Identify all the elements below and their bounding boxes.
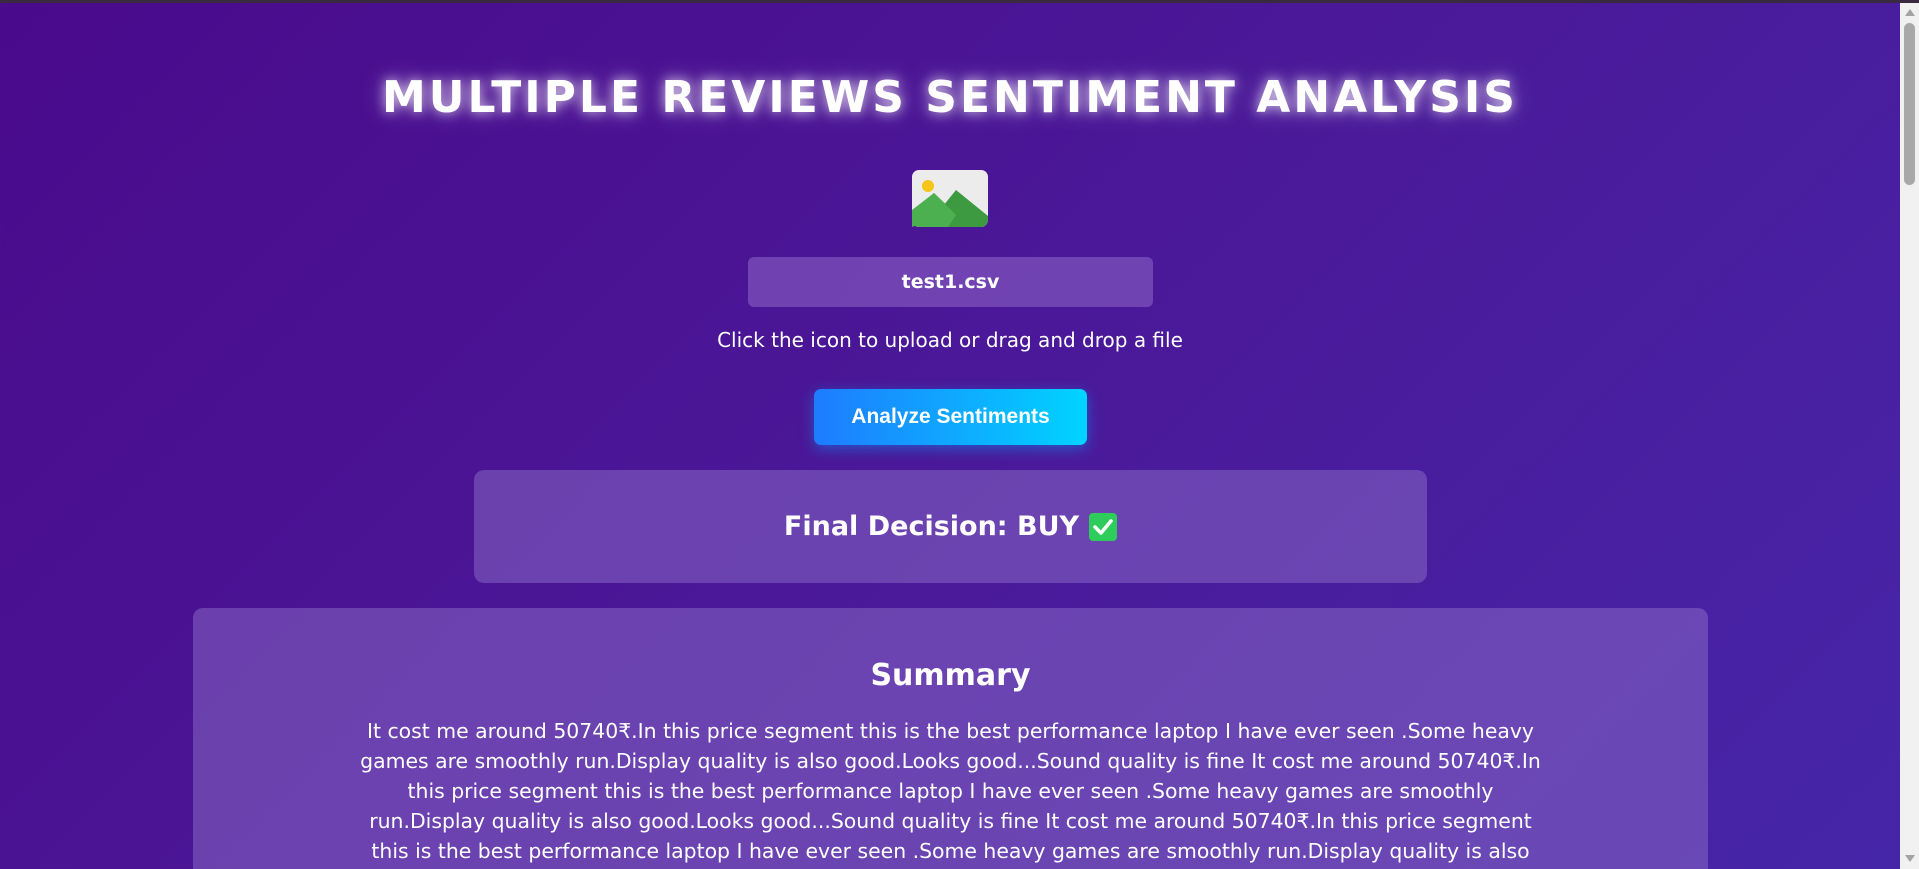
upload-hint: Click the icon to upload or drag and dro… [717,328,1183,352]
analyze-sentiments-button[interactable]: Analyze Sentiments [814,389,1087,445]
page: MULTIPLE REVIEWS SENTIMENT ANALYSIS test… [0,0,1900,869]
summary-text: It cost me around 50740₹.In this price s… [360,719,1541,863]
scroll-up-arrow-icon[interactable] [1905,9,1915,16]
selected-file-name: test1.csv [748,257,1153,307]
image-icon[interactable] [912,170,988,227]
final-decision-card: Final Decision: BUY [474,470,1427,583]
scrollbar-thumb[interactable] [1904,23,1915,185]
vertical-scrollbar[interactable] [1900,3,1919,869]
page-title: MULTIPLE REVIEWS SENTIMENT ANALYSIS [382,72,1518,123]
scroll-down-arrow-icon[interactable] [1905,855,1915,862]
summary-card: Summary It cost me around 50740₹.In this… [193,608,1708,869]
check-mark-icon [1089,512,1118,541]
final-decision-label: Final Decision: BUY [783,511,1080,542]
summary-title: Summary [870,658,1031,693]
